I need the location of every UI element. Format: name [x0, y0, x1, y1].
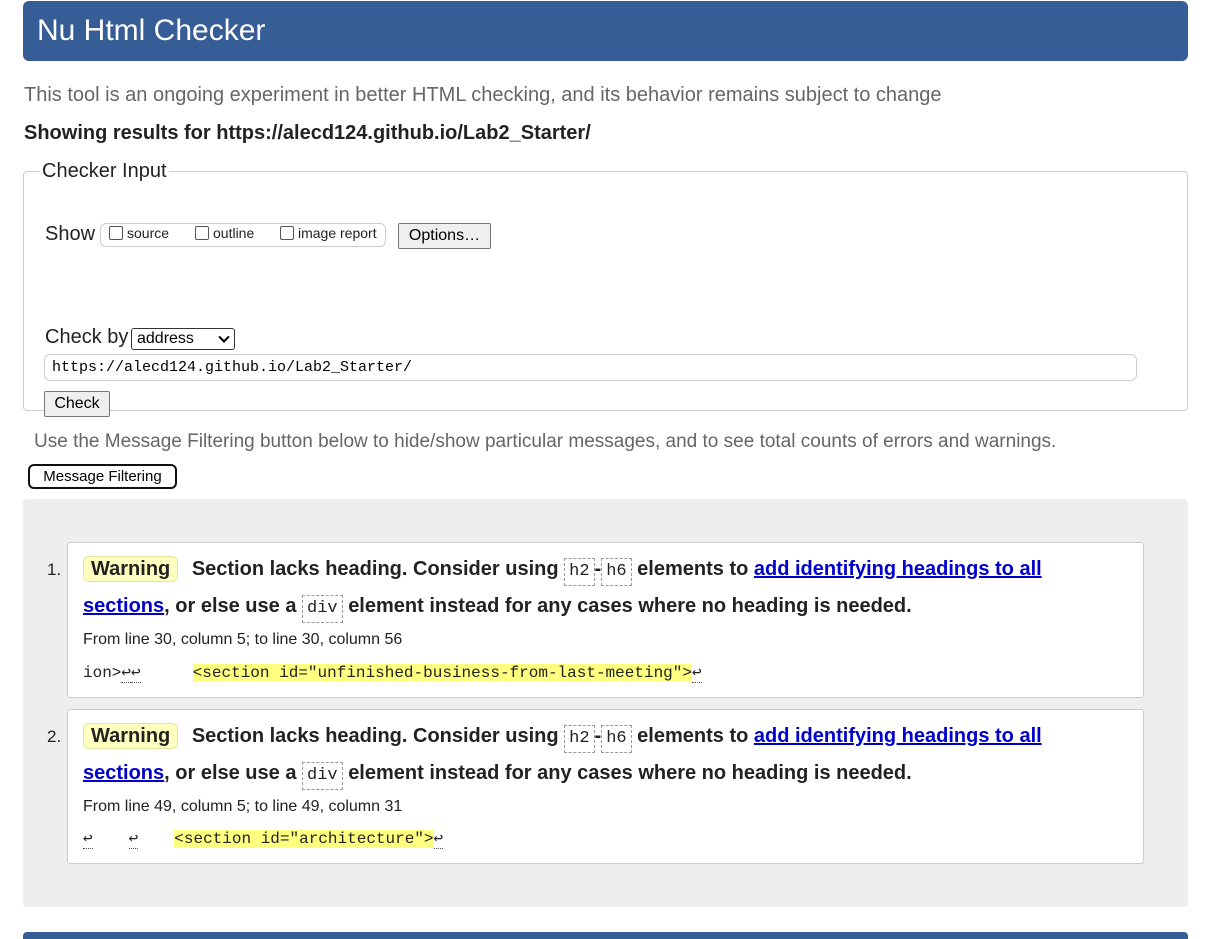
results-for-heading: Showing results for https://alecd124.git… — [24, 122, 591, 144]
url-input[interactable]: https://alecd124.github.io/Lab2_Starter/ — [44, 354, 1137, 381]
checkbox-box[interactable] — [280, 226, 294, 240]
message-text: Section lacks heading. Consider using — [191, 725, 559, 747]
line-feed-icon: ↩ — [121, 664, 132, 683]
results-panel: 1. Warning Section lacks heading. Consid… — [23, 499, 1188, 907]
message-item: 2. Warning Section lacks heading. Consid… — [47, 709, 1144, 864]
page-title: Nu Html Checker — [37, 14, 266, 47]
footer-bar — [23, 932, 1188, 939]
message-text-line: Warning Section lacks heading. Consider … — [83, 723, 1042, 753]
message-number: 1. — [47, 560, 62, 579]
header-bar: Nu Html Checker — [23, 1, 1188, 61]
tagline: This tool is an ongoing experiment in be… — [24, 84, 942, 106]
code-h6: h6 — [601, 725, 632, 753]
check-by-label: Check by — [45, 326, 129, 348]
code-extract: ion>↩↩ <section id="unfinished-business-f… — [83, 663, 702, 683]
message-text: , or else use a — [164, 762, 297, 784]
checker-input-fieldset: Checker Input Show source outline image … — [23, 160, 1188, 417]
headings-link[interactable]: add identifying headings to all — [754, 725, 1042, 747]
warning-badge: Warning — [83, 723, 179, 749]
code-h6: h6 — [601, 558, 632, 586]
message-text: elements to — [637, 558, 749, 580]
show-source-checkbox[interactable]: source — [109, 225, 169, 241]
checkbox-box[interactable] — [195, 226, 209, 240]
line-feed-icon: ↩ — [433, 830, 444, 849]
dash: - — [594, 725, 602, 747]
highlighted-code: <section id="architecture"> — [174, 830, 434, 848]
line-feed-icon: ↩ — [128, 830, 139, 849]
message-text: element instead for any cases where no h… — [348, 762, 912, 784]
message-text-line: sections, or else use a div element inst… — [83, 760, 912, 790]
code-div: div — [302, 762, 343, 790]
message-text: , or else use a — [164, 595, 297, 617]
line-feed-icon: ↩ — [131, 664, 141, 683]
line-feed-icon: ↩ — [83, 830, 93, 849]
message-number: 2. — [47, 727, 62, 746]
warning-badge: Warning — [83, 556, 179, 582]
show-image-report-label: image report — [298, 225, 377, 241]
check-by-select[interactable]: address — [131, 328, 235, 350]
code-h2: h2 — [564, 558, 595, 586]
message-text: Section lacks heading. Consider using — [191, 558, 559, 580]
options-button[interactable]: Options… — [398, 223, 491, 249]
code-h2: h2 — [564, 725, 595, 753]
extract-prefix: ion> — [83, 664, 122, 682]
message-location: From line 30, column 5; to line 30, colu… — [83, 631, 403, 648]
message-item: 1. Warning Section lacks heading. Consid… — [47, 542, 1144, 698]
sections-link[interactable]: sections — [83, 595, 164, 617]
filter-hint: Use the Message Filtering button below t… — [34, 431, 1057, 452]
show-outline-label: outline — [213, 225, 255, 241]
show-label: Show — [45, 223, 96, 245]
check-by-value: address — [137, 330, 194, 347]
sections-link[interactable]: sections — [83, 762, 164, 784]
code-div: div — [302, 595, 343, 623]
checkbox-box[interactable] — [109, 226, 123, 240]
dash: - — [594, 558, 602, 580]
checker-input-legend: Checker Input — [42, 160, 167, 182]
highlighted-code: <section id="unfinished-business-from-la… — [192, 664, 692, 682]
show-source-label: source — [127, 225, 170, 241]
headings-link[interactable]: add identifying headings to all — [754, 558, 1042, 580]
message-text: element instead for any cases where no h… — [348, 595, 912, 617]
show-options-group: source outline image report — [100, 223, 386, 247]
chevron-down-icon — [218, 331, 230, 343]
message-text: elements to — [637, 725, 749, 747]
line-feed-icon: ↩ — [691, 664, 702, 683]
message-location: From line 49, column 5; to line 49, colu… — [83, 798, 403, 815]
show-outline-checkbox[interactable]: outline — [195, 225, 254, 241]
message-text-line: Warning Section lacks heading. Consider … — [83, 556, 1042, 586]
show-image-report-checkbox[interactable]: image report — [280, 225, 377, 241]
check-button[interactable]: Check — [44, 391, 110, 417]
code-extract: ↩ ↩ <section id="architecture">↩ — [83, 829, 444, 849]
message-text-line: sections, or else use a div element inst… — [83, 593, 912, 623]
message-filtering-button[interactable]: Message Filtering — [28, 464, 177, 489]
